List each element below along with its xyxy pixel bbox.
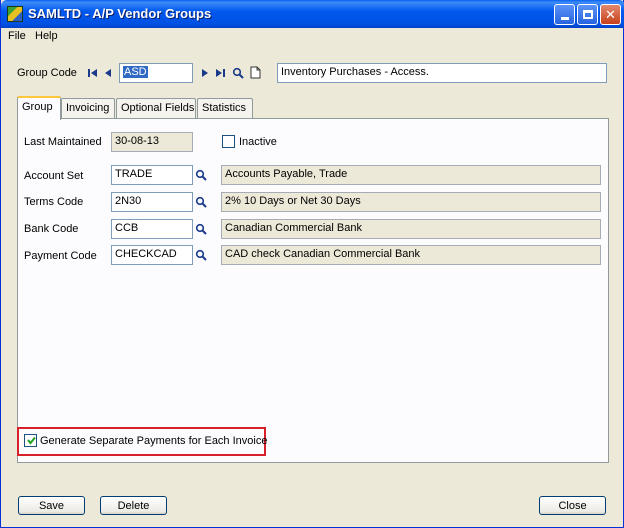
close-window-button[interactable]: ✕	[600, 4, 621, 25]
tab-statistics[interactable]: Statistics	[197, 98, 253, 119]
account-set-finder-icon[interactable]	[195, 169, 207, 181]
payment-code-label: Payment Code	[24, 250, 97, 262]
app-icon	[7, 6, 23, 22]
terms-code-finder-icon[interactable]	[195, 196, 207, 208]
group-code-input[interactable]: ASD	[119, 63, 193, 83]
terms-code-input[interactable]: 2N30	[111, 192, 193, 212]
first-record-icon[interactable]	[87, 67, 99, 79]
bank-code-input[interactable]: CCB	[111, 219, 193, 239]
bank-code-description: Canadian Commercial Bank	[221, 219, 601, 239]
bank-code-label: Bank Code	[24, 223, 79, 235]
menu-bar: File Help	[1, 28, 623, 46]
account-set-description: Accounts Payable, Trade	[221, 165, 601, 185]
checkmark-icon	[27, 436, 36, 445]
menu-file[interactable]: File	[8, 30, 26, 42]
title-bar[interactable]: SAMLTD - A/P Vendor Groups ✕	[1, 0, 624, 28]
minimize-button[interactable]	[554, 4, 575, 25]
last-maintained-value: 30-08-13	[111, 132, 193, 152]
finder-search-icon[interactable]	[232, 67, 244, 79]
last-record-icon[interactable]	[214, 67, 226, 79]
tab-optional-fields[interactable]: Optional Fields	[116, 98, 196, 119]
menu-help[interactable]: Help	[35, 30, 58, 42]
terms-code-description: 2% 10 Days or Net 30 Days	[221, 192, 601, 212]
bank-code-finder-icon[interactable]	[195, 223, 207, 235]
account-set-input[interactable]: TRADE	[111, 165, 193, 185]
last-maintained-label: Last Maintained	[24, 136, 102, 148]
maximize-icon	[582, 10, 593, 19]
payment-code-finder-icon[interactable]	[195, 249, 207, 261]
close-button[interactable]: Close	[539, 496, 606, 515]
close-icon: ✕	[605, 7, 616, 22]
generate-separate-payments-label: Generate Separate Payments for Each Invo…	[40, 435, 268, 447]
tab-group[interactable]: Group	[17, 96, 61, 120]
next-record-icon[interactable]	[199, 67, 211, 79]
delete-button[interactable]: Delete	[100, 496, 167, 515]
minimize-icon	[560, 17, 569, 20]
terms-code-label: Terms Code	[24, 196, 84, 208]
previous-record-icon[interactable]	[102, 67, 114, 79]
payment-code-description: CAD check Canadian Commercial Bank	[221, 245, 601, 265]
inactive-checkbox[interactable]	[222, 135, 235, 148]
window-title: SAMLTD - A/P Vendor Groups	[28, 6, 212, 21]
save-button[interactable]: Save	[18, 496, 85, 515]
group-code-label: Group Code	[17, 67, 77, 79]
account-set-label: Account Set	[24, 170, 84, 182]
vendor-groups-window: SAMLTD - A/P Vendor Groups ✕ File Help G…	[0, 0, 624, 528]
payment-code-input[interactable]: CHECKCAD	[111, 245, 193, 265]
new-record-icon[interactable]	[249, 66, 261, 79]
maximize-button[interactable]	[577, 4, 598, 25]
group-description-input[interactable]: Inventory Purchases - Access.	[277, 63, 607, 83]
tab-invoicing[interactable]: Invoicing	[61, 98, 115, 119]
inactive-label: Inactive	[239, 136, 277, 148]
generate-separate-payments-checkbox[interactable]	[24, 434, 37, 447]
